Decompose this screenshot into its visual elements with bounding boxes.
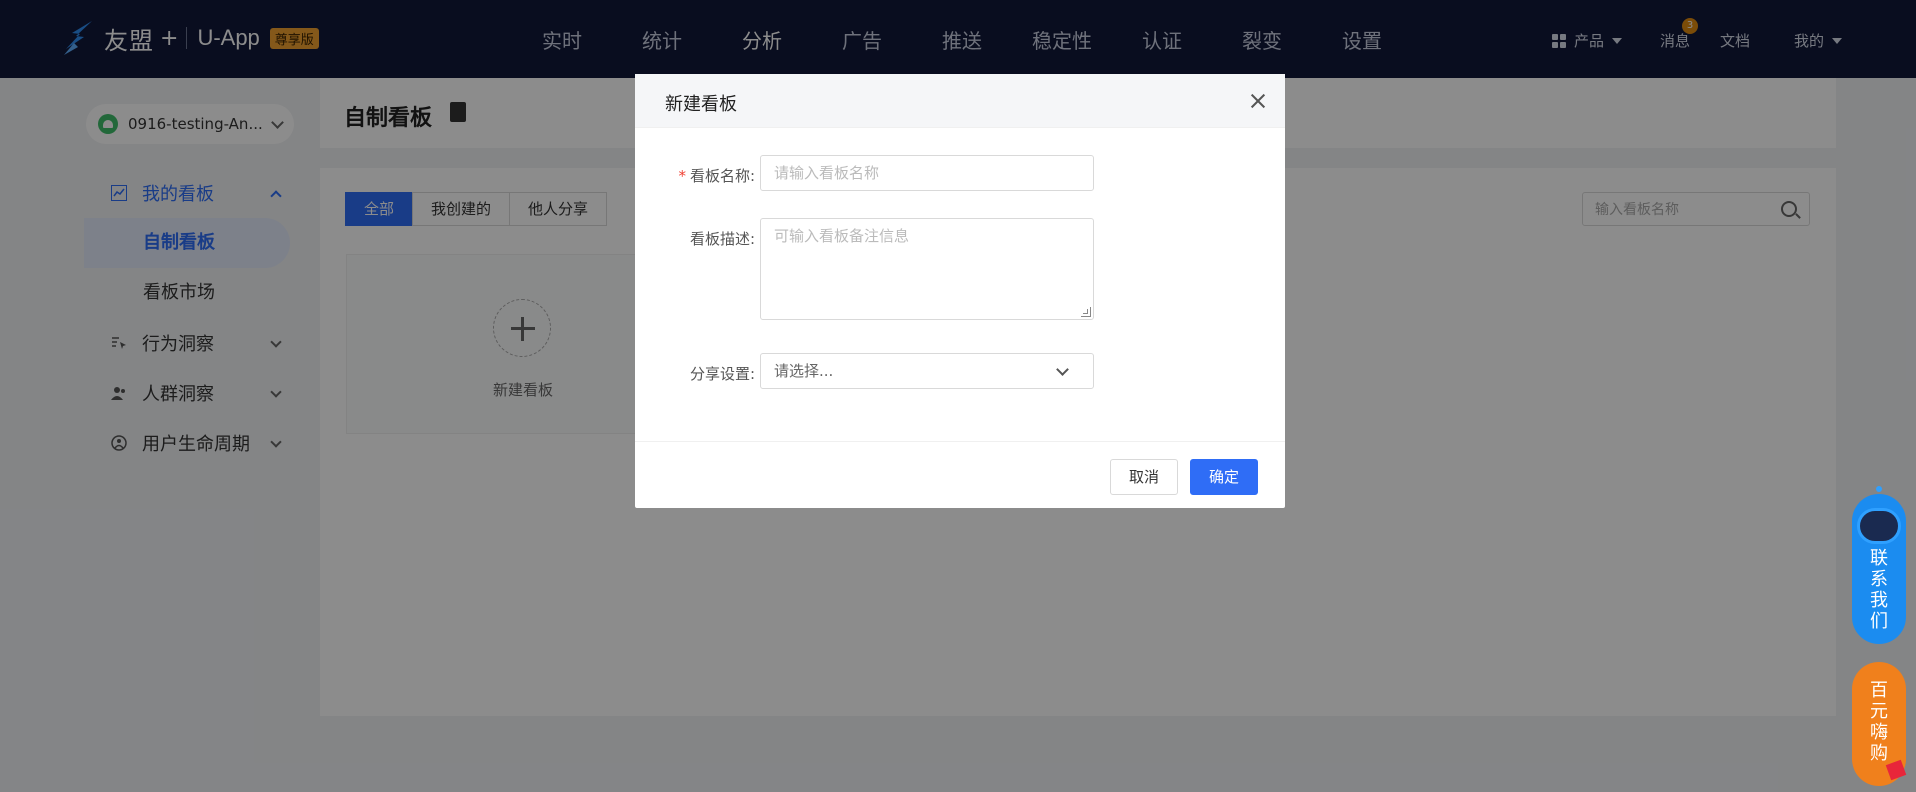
dialog-header: 新建看板: [635, 74, 1285, 128]
share-setting-select[interactable]: 请选择...: [760, 353, 1094, 389]
board-name-label-text: 看板名称:: [689, 167, 755, 185]
resize-handle-icon[interactable]: [1081, 307, 1091, 317]
robot-antenna-icon: [1876, 486, 1882, 492]
share-setting-label: 分享设置:: [689, 365, 755, 383]
dialog-footer: 取消 确定: [635, 441, 1285, 508]
new-board-dialog: 新建看板 * 看板名称: 请输入看板名称 看板描述: 可输入看板备注信息 分享设置…: [635, 74, 1285, 508]
board-desc-placeholder: 可输入看板备注信息: [774, 227, 910, 245]
board-desc-textarea[interactable]: 可输入看板备注信息: [760, 218, 1094, 320]
share-setting-placeholder: 请选择...: [774, 362, 834, 380]
robot-icon: [1857, 508, 1901, 544]
close-icon[interactable]: [1249, 92, 1267, 110]
promo-widget[interactable]: 百元嗨购: [1852, 662, 1907, 786]
contact-us-widget[interactable]: 联系我们: [1852, 486, 1906, 644]
cancel-button[interactable]: 取消: [1110, 459, 1179, 495]
confirm-button[interactable]: 确定: [1190, 459, 1259, 495]
contact-us-label: 联系我们: [1870, 548, 1888, 632]
dialog-title: 新建看板: [665, 94, 737, 115]
board-desc-label: 看板描述:: [689, 230, 755, 248]
promo-label: 百元嗨购: [1870, 680, 1888, 764]
board-name-label: * 看板名称:: [635, 165, 755, 186]
chevron-down-icon: [1056, 363, 1069, 376]
required-mark: *: [678, 167, 686, 185]
board-name-input[interactable]: 请输入看板名称: [760, 155, 1094, 191]
